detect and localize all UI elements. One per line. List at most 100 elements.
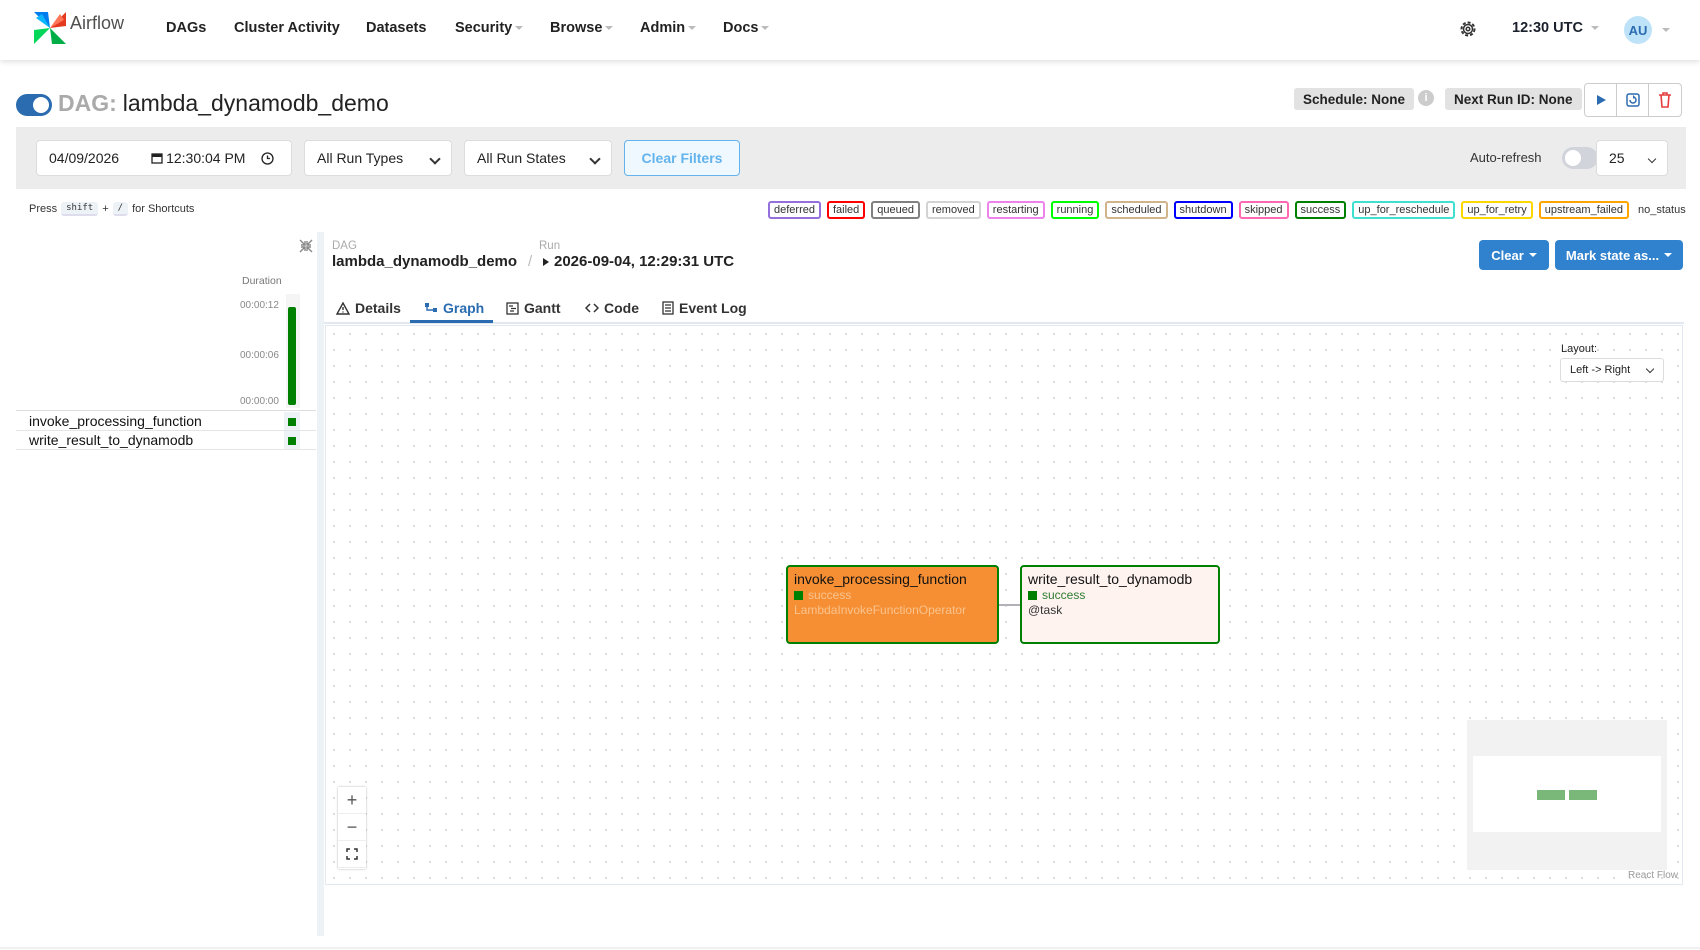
filter-bar: 04/09/2026 12:30:04 PM All Run Types All… xyxy=(16,127,1686,189)
state-legend: deferred failed queued removed restarting run… xyxy=(768,201,1686,219)
chevron-down-icon xyxy=(605,26,614,30)
legend-restarting[interactable]: restarting xyxy=(986,201,1045,219)
graph-node[interactable]: write_result_to_dynamodb success @task xyxy=(1020,565,1220,644)
status-square-icon xyxy=(794,590,803,600)
legend-queued[interactable]: queued xyxy=(871,201,920,219)
parse-dag-button[interactable] xyxy=(1617,84,1649,116)
warning-icon xyxy=(336,301,350,315)
node-status-text: success xyxy=(808,588,852,602)
nav-datasets[interactable]: Datasets xyxy=(366,20,426,36)
node-title: invoke_processing_function xyxy=(794,571,967,587)
tab-details[interactable]: Details xyxy=(336,294,401,322)
tab-event-log[interactable]: Event Log xyxy=(662,294,747,322)
nav-dags[interactable]: DAGs xyxy=(166,20,206,36)
time-display[interactable]: 12:30 UTC xyxy=(1512,20,1599,36)
legend-no-status[interactable]: no_status xyxy=(1635,201,1686,219)
trash-icon xyxy=(1659,92,1671,108)
legend-skipped[interactable]: skipped xyxy=(1238,201,1289,219)
code-icon xyxy=(585,303,599,313)
chevron-down-icon xyxy=(589,153,601,165)
info-icon[interactable]: i xyxy=(1418,90,1434,106)
clock-icon xyxy=(261,151,275,165)
minimap-node xyxy=(1537,790,1565,800)
dag-name: lambda_dynamodb_demo xyxy=(122,90,389,116)
legend-scheduled[interactable]: scheduled xyxy=(1105,201,1168,219)
task-instance-status[interactable] xyxy=(288,437,296,445)
legend-up-for-reschedule[interactable]: up_for_reschedule xyxy=(1352,201,1456,219)
zoom-in-button[interactable]: + xyxy=(338,787,366,814)
legend-up-for-retry[interactable]: up_for_retry xyxy=(1461,201,1533,219)
page-size-select[interactable]: 25 xyxy=(1596,140,1668,176)
dag-pause-toggle[interactable] xyxy=(16,94,52,116)
page-bottom-border xyxy=(0,947,1700,949)
delete-dag-button[interactable] xyxy=(1649,84,1681,116)
chevron-down-icon xyxy=(1664,253,1673,257)
legend-removed[interactable]: removed xyxy=(926,201,981,219)
trigger-dag-button[interactable] xyxy=(1585,84,1617,116)
zoom-out-button[interactable]: − xyxy=(338,814,366,841)
chevron-down-icon xyxy=(688,26,697,30)
gear-icon[interactable] xyxy=(1458,19,1478,39)
tab-graph[interactable]: Graph xyxy=(424,294,484,322)
nav-browse[interactable]: Browse xyxy=(550,20,614,36)
task-row[interactable]: invoke_processing_function xyxy=(16,412,316,431)
legend-success[interactable]: success xyxy=(1294,201,1347,219)
panel-splitter[interactable] xyxy=(317,232,324,936)
dag-prefix: DAG: xyxy=(58,90,117,116)
legend-failed[interactable]: failed xyxy=(826,201,866,219)
legend-deferred[interactable]: deferred xyxy=(768,201,821,219)
kbd-shift: shift xyxy=(61,202,99,216)
react-flow-attribution[interactable]: React Flow xyxy=(1628,870,1678,881)
duration-tick-mid: 00:00:06 xyxy=(240,350,279,361)
fit-view-button[interactable] xyxy=(338,841,366,868)
mark-state-button[interactable]: Mark state as... xyxy=(1555,240,1683,270)
run-state-select[interactable]: All Run States xyxy=(464,140,612,176)
graph-node[interactable]: invoke_processing_function success Lambd… xyxy=(786,565,999,644)
duration-tick-min: 00:00:00 xyxy=(240,396,279,407)
shortcut-suffix: for Shortcuts xyxy=(132,203,195,215)
tab-code[interactable]: Code xyxy=(585,294,639,322)
node-title: write_result_to_dynamodb xyxy=(1028,571,1193,587)
execution-date-input[interactable]: 04/09/2026 12:30:04 PM xyxy=(36,140,292,176)
clear-filters-button[interactable]: Clear Filters xyxy=(624,140,740,176)
run-id: 2026-09-04, 12:29:31 UTC xyxy=(554,253,735,270)
page-title: DAG: lambda_dynamodb_demo xyxy=(58,90,389,117)
chevron-down-icon xyxy=(1647,154,1657,164)
clear-run-button[interactable]: Clear xyxy=(1479,240,1549,270)
run-duration-bar[interactable] xyxy=(288,307,296,405)
page-size-value: 25 xyxy=(1609,150,1625,166)
play-icon xyxy=(543,257,549,266)
dag-action-buttons xyxy=(1584,83,1682,117)
breadcrumb-run[interactable]: 2026-09-04, 12:29:31 UTC xyxy=(542,253,734,270)
auto-refresh-toggle[interactable] xyxy=(1562,147,1598,169)
tab-gantt[interactable]: Gantt xyxy=(506,294,561,322)
node-status: success xyxy=(1028,588,1212,602)
chevron-down-icon xyxy=(429,153,441,165)
task-instance-status[interactable] xyxy=(288,418,296,426)
minimap[interactable] xyxy=(1467,720,1667,870)
duration-tick-max: 00:00:12 xyxy=(240,300,279,311)
legend-upstream-failed[interactable]: upstream_failed xyxy=(1538,201,1629,219)
graph-edge xyxy=(999,604,1020,606)
nav-admin[interactable]: Admin xyxy=(640,20,697,36)
legend-shutdown[interactable]: shutdown xyxy=(1173,201,1233,219)
nav-docs[interactable]: Docs xyxy=(723,20,770,36)
chevron-down-icon xyxy=(515,26,524,30)
airflow-logo[interactable]: Airflow xyxy=(32,10,124,46)
run-type-select[interactable]: All Run Types xyxy=(304,140,452,176)
layout-select[interactable]: Left -> Right xyxy=(1560,358,1664,382)
task-row[interactable]: write_result_to_dynamodb xyxy=(16,431,316,450)
legend-running[interactable]: running xyxy=(1050,201,1100,219)
task-name: write_result_to_dynamodb xyxy=(29,432,194,448)
node-status: success xyxy=(794,588,991,602)
kbd-slash: / xyxy=(112,202,129,216)
dag-label: DAG xyxy=(332,240,357,252)
active-tab-indicator xyxy=(410,320,493,323)
auto-refresh-label: Auto-refresh xyxy=(1470,150,1542,165)
user-avatar[interactable]: AU xyxy=(1624,16,1652,44)
nav-security[interactable]: Security xyxy=(455,20,524,36)
nav-cluster-activity[interactable]: Cluster Activity xyxy=(234,20,340,36)
breadcrumb-dag[interactable]: lambda_dynamodb_demo xyxy=(332,253,517,270)
collapse-icon[interactable] xyxy=(298,238,314,254)
breadcrumb-separator: / xyxy=(528,253,533,270)
